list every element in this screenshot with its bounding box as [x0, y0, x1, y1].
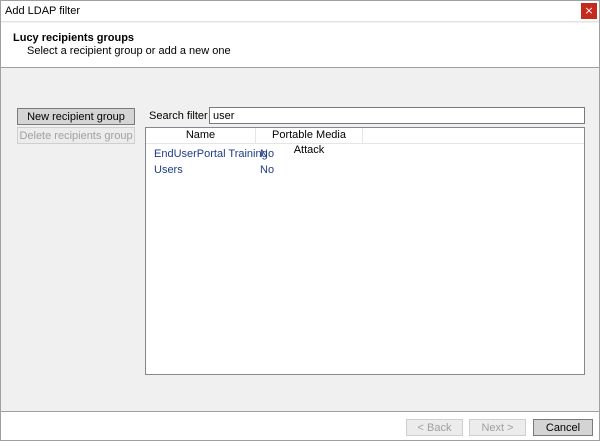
wizard-header: Lucy recipients groups Select a recipien…: [1, 23, 599, 68]
table-row[interactable]: EndUserPortal Training No: [146, 146, 584, 162]
delete-recipients-group-button[interactable]: Delete recipients group: [17, 127, 135, 144]
search-input[interactable]: [209, 107, 585, 124]
column-header-portable-media-attack[interactable]: Portable Media Attack: [256, 128, 363, 156]
close-icon[interactable]: ×: [581, 3, 597, 19]
cancel-button[interactable]: Cancel: [533, 419, 593, 436]
page-subtitle: Select a recipient group or add a new on…: [27, 45, 231, 57]
dialog-window: Add LDAP filter × Lucy recipients groups…: [0, 0, 600, 441]
cell-name: Users: [154, 164, 183, 176]
search-filter-label: Search filter: [149, 110, 208, 122]
table-row[interactable]: Users No: [146, 162, 584, 178]
cell-portable-media-attack: No: [260, 148, 275, 160]
table-header: Name Portable Media Attack: [146, 128, 584, 156]
cell-portable-media-attack: No: [260, 164, 275, 176]
window-title: Add LDAP filter: [5, 5, 81, 17]
back-button[interactable]: < Back: [406, 419, 463, 436]
next-button[interactable]: Next >: [469, 419, 526, 436]
title-bar: Add LDAP filter ×: [1, 1, 599, 22]
recipient-groups-table: Name Portable Media Attack EndUserPortal…: [145, 127, 585, 375]
cell-name: EndUserPortal Training: [154, 148, 268, 160]
wizard-footer: < Back Next > Cancel: [1, 411, 599, 440]
page-title: Lucy recipients groups: [13, 32, 135, 44]
new-recipient-group-button[interactable]: New recipient group: [17, 108, 135, 125]
column-header-name[interactable]: Name: [146, 128, 256, 144]
